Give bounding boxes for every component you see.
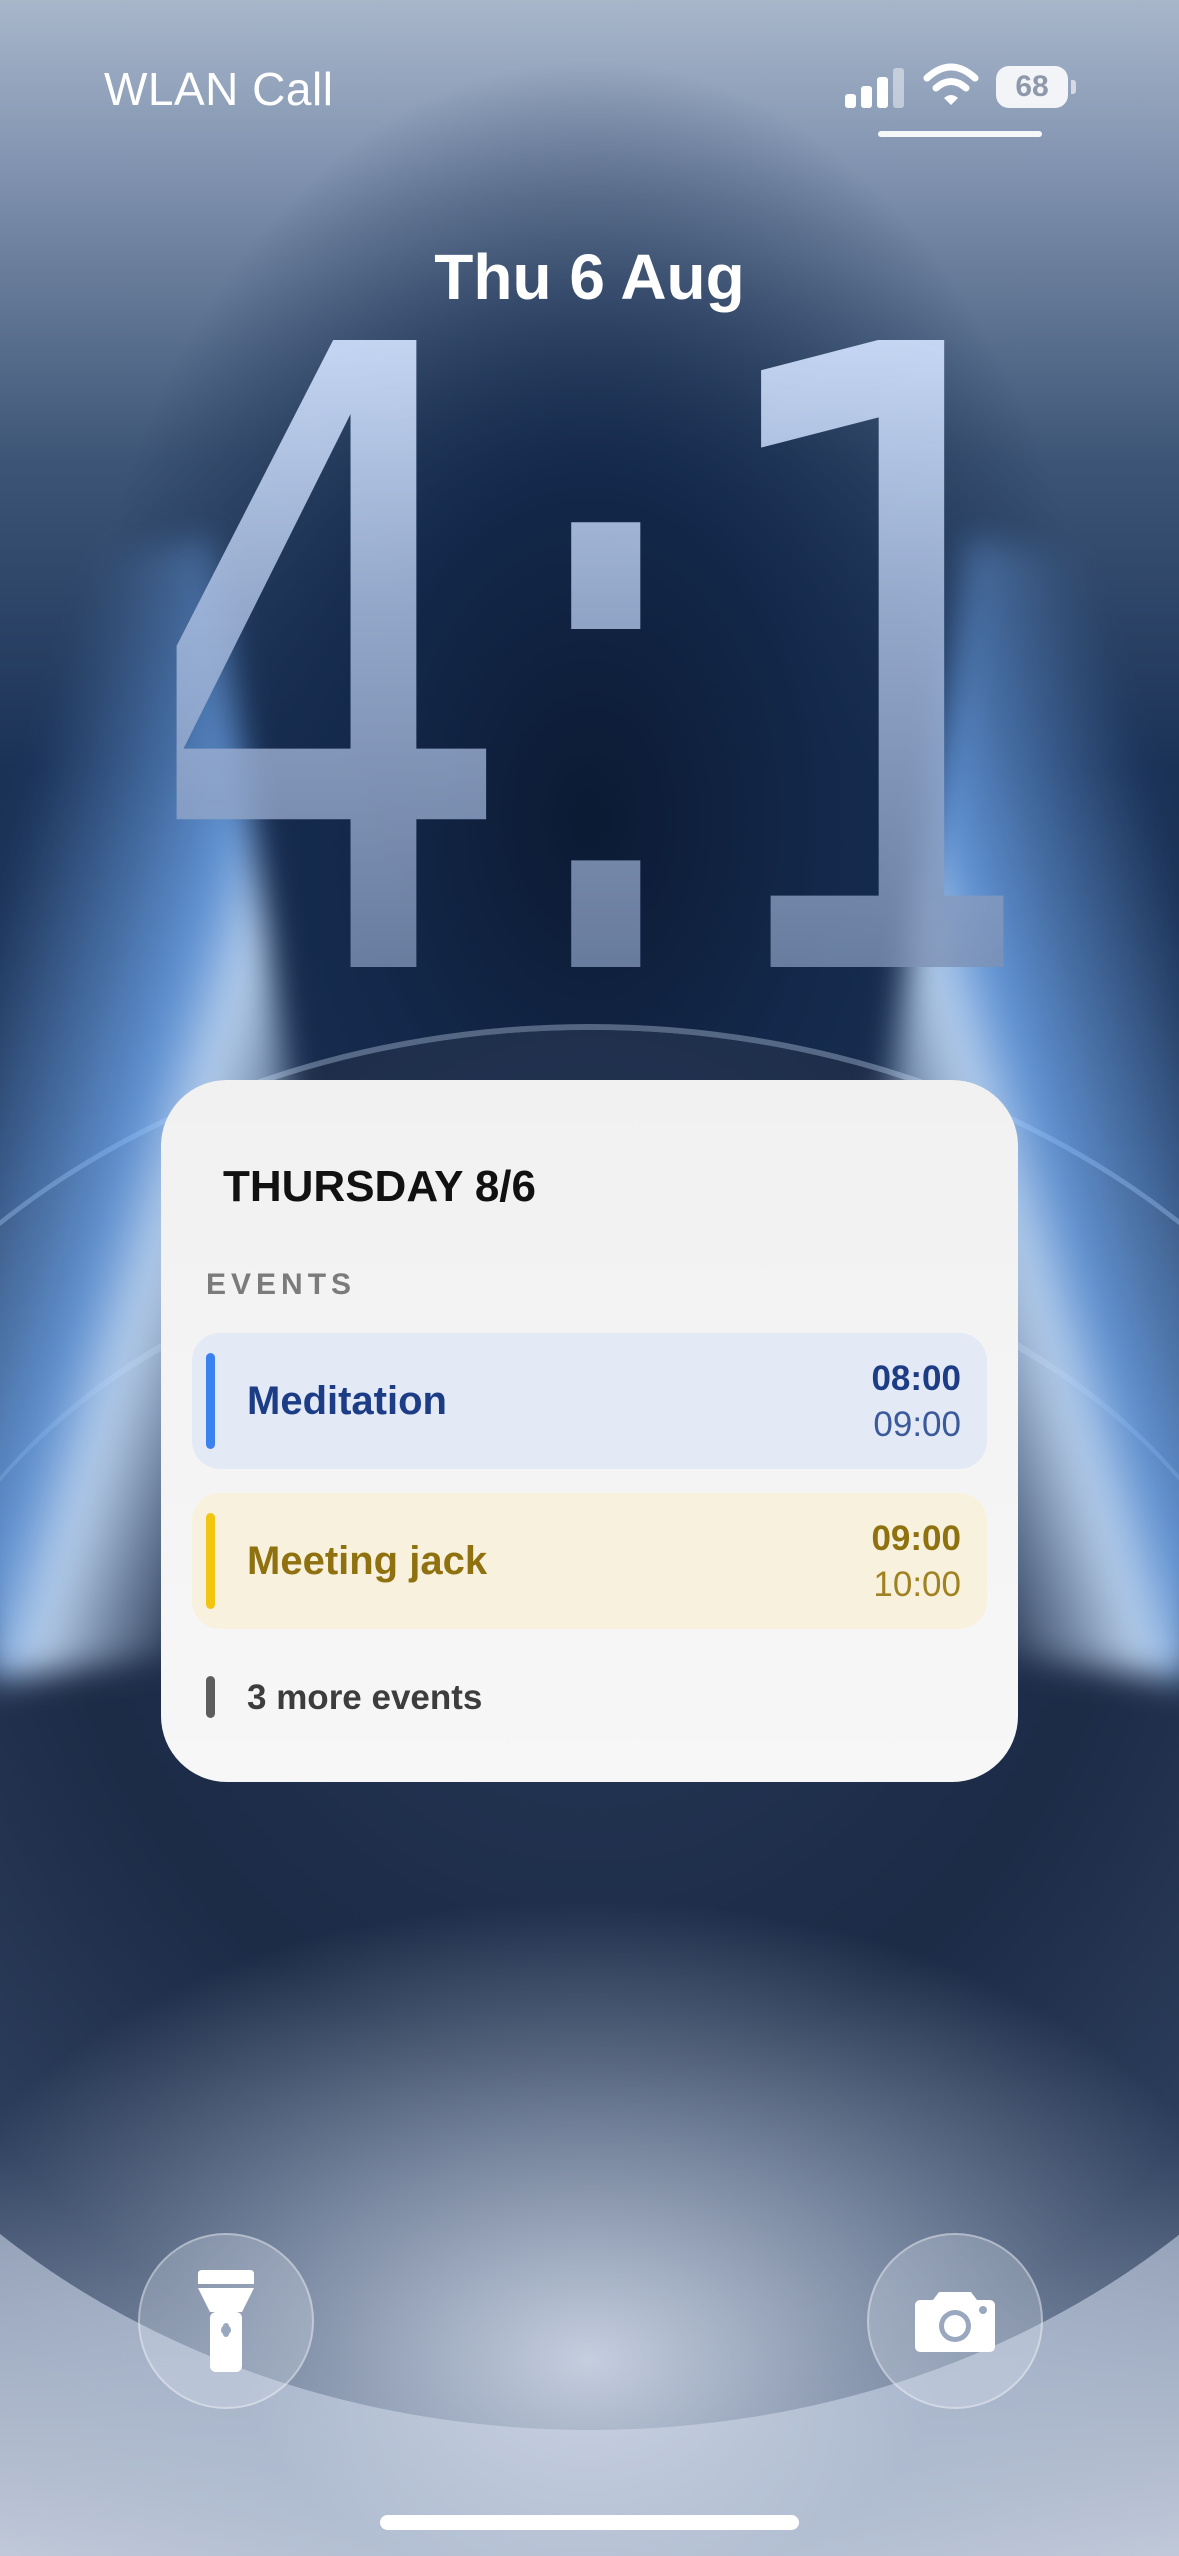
event-name: Meeting jack <box>247 1539 488 1583</box>
event-start-time: 09:00 <box>871 1519 961 1558</box>
wallpaper-haze <box>0 1800 1179 2556</box>
battery-nub <box>1071 80 1076 94</box>
flashlight-button[interactable] <box>138 2233 314 2409</box>
battery-level: 68 <box>1015 70 1049 103</box>
signal-icon <box>845 68 907 108</box>
more-events-label[interactable]: 3 more events <box>247 1678 482 1718</box>
status-bar[interactable]: WLAN Call 68 <box>0 0 1179 150</box>
camera-icon <box>915 2292 995 2352</box>
event-end-time: 10:00 <box>873 1565 961 1604</box>
more-events-bar <box>206 1676 215 1718</box>
status-indicator-line <box>878 131 1042 137</box>
wifi-icon <box>923 63 979 105</box>
lock-clock: 14:17 <box>0 169 1179 1170</box>
carrier-label: WLAN Call <box>104 63 334 115</box>
calendar-widget[interactable]: THURSDAY 8/6 EVENTS Meditation 08:00 09:… <box>161 1080 1018 1782</box>
events-section-label: EVENTS <box>206 1268 357 1301</box>
event-accent-bar <box>206 1353 215 1449</box>
widget-title: THURSDAY 8/6 <box>223 1162 537 1211</box>
event-accent-bar <box>206 1513 215 1609</box>
event-card[interactable]: Meeting jack 09:00 10:00 <box>192 1493 987 1629</box>
battery-icon: 68 <box>996 66 1076 108</box>
battery-body: 68 <box>996 66 1068 108</box>
camera-button[interactable] <box>867 2233 1043 2409</box>
flashlight-icon <box>198 2270 254 2372</box>
event-end-time: 09:00 <box>873 1405 961 1444</box>
home-indicator[interactable] <box>380 2515 799 2530</box>
lock-screen: WLAN Call 68 Thu 6 Aug 14:17 THURSDAY 8/… <box>0 0 1179 2556</box>
event-name: Meditation <box>247 1379 447 1423</box>
event-card[interactable]: Meditation 08:00 09:00 <box>192 1333 987 1469</box>
event-start-time: 08:00 <box>871 1359 961 1398</box>
